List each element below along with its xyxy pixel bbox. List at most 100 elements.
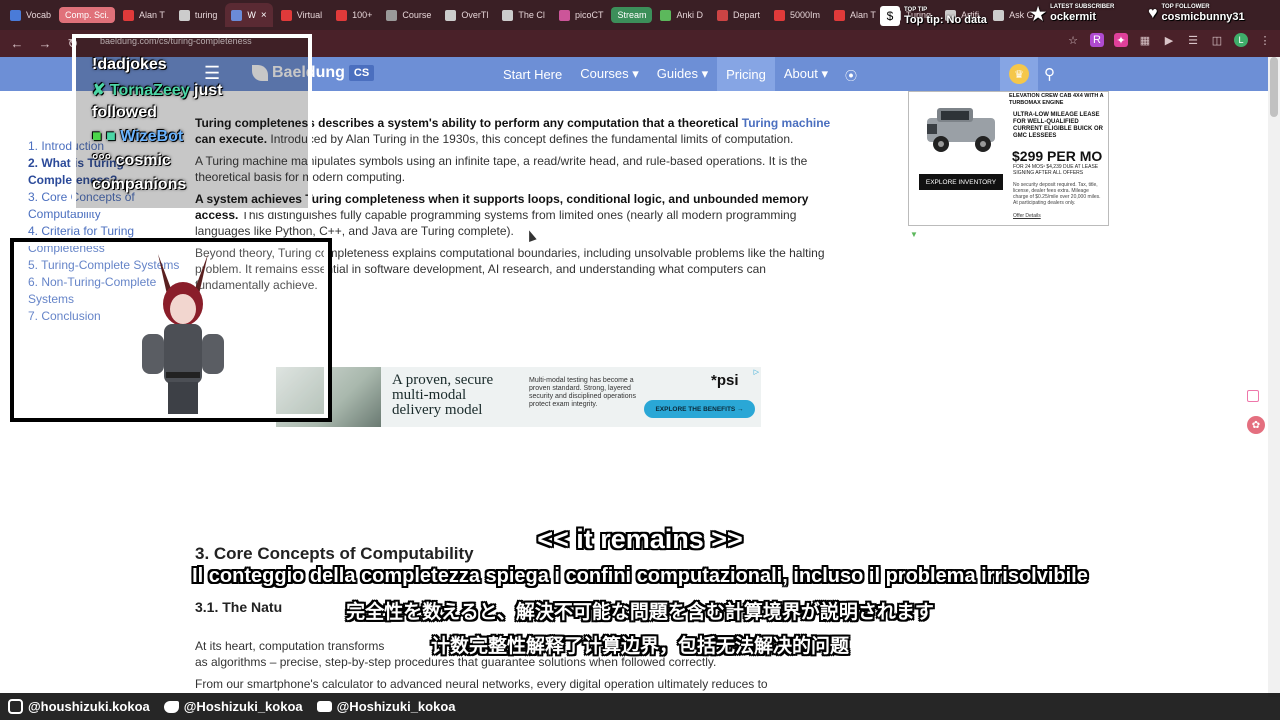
browser-tab[interactable]: Anki D	[654, 3, 709, 27]
pro-button[interactable]: ♛	[1000, 57, 1038, 91]
ad-headline: ULTRA-LOW MILEAGE LEASE FOR WELL-QUALIFI…	[1013, 112, 1103, 139]
chat-line: ✘ TornaZeey just	[92, 82, 223, 99]
ad-disclaimer: No security deposit required. Tax, title…	[1013, 182, 1101, 206]
browser-tab[interactable]: Vocab	[4, 3, 57, 27]
ad-text: Multi-modal testing has become a proven …	[529, 377, 637, 408]
browser-tab[interactable]: Alan T	[117, 3, 171, 27]
top-follower-widget: ♥ TOP FOLLOWER cosmicbunny31	[1148, 4, 1245, 23]
browser-tab[interactable]: picoCT	[553, 3, 610, 27]
ad-headline: A proven, secure multi-modal delivery mo…	[392, 372, 494, 418]
widget-label: TOP FOLLOWER	[1161, 4, 1210, 10]
scrollbar-thumb[interactable]	[1270, 57, 1278, 117]
tab-label: 100+	[352, 10, 373, 20]
explore-inventory-button[interactable]: EXPLORE INVENTORY	[919, 174, 1003, 190]
stream-chat-overlay: ☰ !dadjokes ✘ TornaZeey just followed ■ …	[72, 34, 312, 212]
assistant-icon[interactable]: ✿	[1247, 416, 1265, 434]
tab-favicon-icon	[445, 9, 457, 21]
ad-price: $299 PER MO	[1012, 148, 1103, 164]
nav-menu-item[interactable]: Start Here	[494, 57, 571, 91]
subtitle-japanese: 完全性を数えると、解決不可能な問題を含む計算境界が説明されます	[346, 602, 934, 623]
browser-tab[interactable]: OverTl	[439, 3, 494, 27]
menu-kebab-icon[interactable]: ⋮	[1258, 33, 1272, 47]
ad-head: ELEVATION CREW CAB 4X4 WITH A TURBOMAX E…	[1009, 93, 1104, 106]
paragraph: From our smartphone's calculator to adva…	[195, 677, 768, 691]
twitter-icon	[163, 700, 179, 713]
tab-favicon-icon	[774, 9, 785, 21]
browser-tab[interactable]: Stream	[611, 7, 653, 23]
tab-favicon-icon	[716, 9, 728, 21]
puzzle-icon[interactable]: ▦	[1138, 33, 1152, 47]
browser-tab[interactable]: Virtual	[275, 3, 328, 27]
money-bag-icon: $	[880, 6, 900, 26]
ad-banner-psi[interactable]: A proven, secure multi-modal delivery mo…	[276, 367, 761, 427]
media-icon[interactable]: ▶	[1162, 33, 1176, 47]
nav-menu-item[interactable]: Guides ▾	[648, 57, 717, 91]
explore-benefits-button[interactable]: EXPLORE THE BENEFITS →	[644, 400, 755, 418]
profile-avatar[interactable]: L	[1234, 33, 1248, 47]
offer-details-link[interactable]: Offer Details	[1013, 213, 1041, 219]
ad-fine-print: FOR 24 MOS¹ $4,239 DUE AT LEASE SIGNING …	[1013, 164, 1099, 176]
chat-line: °°° cosmic	[92, 152, 171, 169]
tab-label: Stream	[617, 10, 647, 20]
browser-tab[interactable]: The Cl	[496, 3, 551, 27]
tab-label: Depart	[732, 10, 760, 20]
psi-logo: *psi	[711, 372, 739, 389]
widget-label: LATEST SUBSCRIBER	[1050, 4, 1115, 10]
vtuber-avatar-frame	[10, 238, 332, 422]
instagram-handle: @houshizuki.kokoa	[8, 699, 150, 714]
tab-favicon-icon	[336, 9, 348, 21]
nav-menu-item[interactable]: Pricing	[717, 57, 775, 91]
browser-tab[interactable]: turing	[173, 3, 224, 27]
chat-text: cosmic	[115, 152, 171, 169]
tab-label: 5000Im	[790, 10, 821, 20]
browser-tab[interactable]: Alan T	[828, 3, 882, 27]
site-menu: Start Here Courses ▾ Guides ▾ Pricing About …	[494, 57, 859, 91]
subtitle-italian: Il conteggio della completezza spiega i …	[192, 565, 1088, 587]
browser-tab[interactable]: W ×	[225, 3, 273, 27]
tab-favicon-icon	[558, 9, 570, 21]
nav-menu-item[interactable]: Courses ▾	[571, 57, 648, 91]
split-view-icon[interactable]: ◫	[1210, 33, 1224, 47]
ad-banner-gmc[interactable]: ELEVATION CREW CAB 4X4 WITH A TURBOMAX E…	[908, 91, 1109, 226]
widget-label: TOP TIP	[904, 6, 928, 13]
browser-tab[interactable]: Course	[380, 3, 437, 27]
tab-favicon-icon	[502, 9, 514, 21]
handle-text: @Hoshizuki_kokoa	[336, 699, 456, 714]
chat-line: !dadjokes	[92, 56, 167, 73]
bookmark-star-icon[interactable]: ☆	[1066, 33, 1080, 47]
tab-label: Virtual	[296, 10, 323, 20]
reading-list-icon[interactable]: ☰	[1186, 33, 1200, 47]
forward-icon[interactable]: →	[34, 33, 56, 55]
instagram-icon	[8, 699, 23, 714]
text: This distinguishes fully capable program…	[195, 208, 797, 238]
chat-text: just	[189, 82, 223, 99]
handle-text: @Hoshizuki_kokoa	[183, 699, 303, 714]
vtuber-avatar	[142, 254, 224, 414]
star-icon: ★	[1030, 3, 1047, 24]
rss-icon[interactable]: ⦿	[845, 67, 859, 83]
browser-tab[interactable]: Comp. Sci.	[59, 7, 116, 23]
tab-favicon-icon	[231, 9, 243, 21]
tab-favicon-icon	[993, 9, 1005, 21]
back-icon[interactable]: ←	[6, 33, 28, 55]
search-icon[interactable]: ⚲	[1044, 65, 1055, 83]
tab-favicon-icon	[123, 9, 135, 21]
chat-line: companions	[92, 176, 187, 193]
tab-favicon-icon	[280, 9, 292, 21]
truck-image	[927, 108, 995, 152]
browser-tab[interactable]: 100+	[330, 3, 378, 27]
adchoices-icon[interactable]: ▼	[910, 230, 918, 239]
tab-close-icon[interactable]: ×	[261, 10, 267, 21]
tab-label: Course	[402, 10, 432, 20]
text: Introduced by Alan Turing in the 1930s, …	[267, 132, 794, 146]
nav-menu-item[interactable]: About ▾	[775, 57, 837, 91]
browser-tab[interactable]: 5000Im	[768, 3, 826, 27]
turing-machine-link[interactable]: Turing machine	[742, 116, 830, 130]
translate-icon[interactable]	[1247, 390, 1259, 402]
extension-icon[interactable]: ✦	[1114, 33, 1128, 47]
browser-tab[interactable]: Depart	[711, 3, 766, 27]
tab-favicon-icon	[178, 9, 190, 21]
extension-icon[interactable]: R	[1090, 33, 1104, 47]
ad-info-icon[interactable]: ▷	[754, 368, 759, 376]
tab-label: The Cl	[518, 10, 545, 20]
